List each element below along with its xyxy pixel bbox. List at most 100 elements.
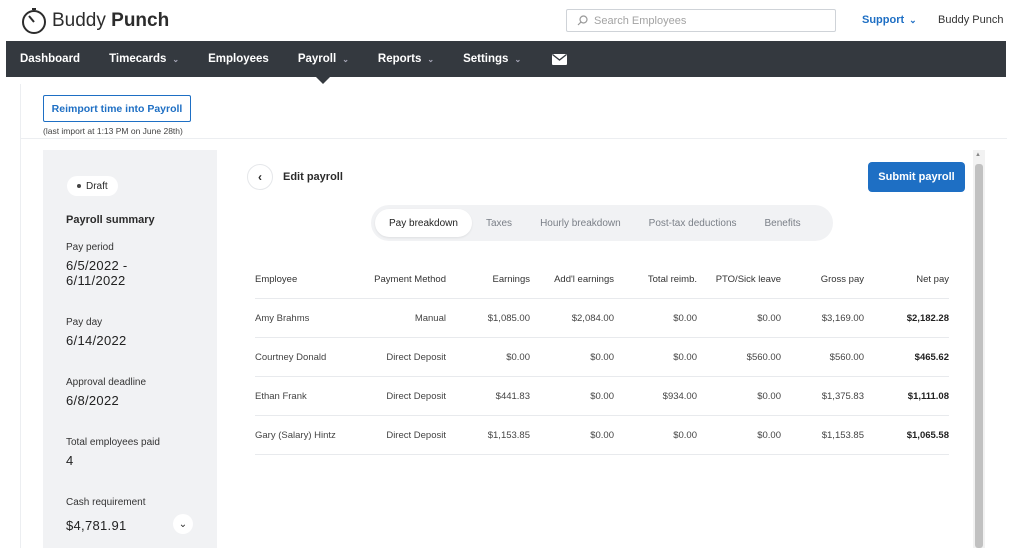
- net-pay-cell: $465.62: [914, 351, 949, 363]
- total-reimb-cell: $0.00: [673, 351, 697, 363]
- gross-pay-cell: $1,153.85: [821, 429, 864, 441]
- nav-payroll[interactable]: Payroll ⌄: [297, 41, 349, 84]
- nav-label: Payroll: [297, 53, 337, 65]
- account-name[interactable]: Buddy Punch: [938, 14, 1003, 26]
- gross-pay-cell: $1,375.83: [821, 390, 864, 402]
- tab-benefits[interactable]: Benefits: [751, 209, 815, 237]
- chevron-down-icon: ⌄: [909, 14, 917, 25]
- table-header: Employee Payment Method Earnings Add'l e…: [255, 260, 949, 299]
- nav-label: Dashboard: [20, 53, 81, 65]
- payment-method-cell: Direct Deposit: [386, 429, 446, 441]
- payment-method-cell: Direct Deposit: [386, 390, 446, 402]
- nav-settings[interactable]: Settings ⌄: [463, 41, 521, 77]
- top-bar: Buddy Punch Support ⌄ Buddy Punch: [0, 0, 1014, 41]
- pto-sick-cell: $0.00: [757, 390, 781, 402]
- nav-employees[interactable]: Employees: [208, 41, 269, 77]
- gross-pay-cell: $3,169.00: [821, 312, 864, 324]
- employee-cell: Ethan Frank: [255, 390, 307, 402]
- nav-label: Settings: [463, 53, 509, 65]
- pay-period-label: Pay period: [66, 242, 114, 253]
- nav-dashboard[interactable]: Dashboard: [20, 41, 80, 77]
- support-menu[interactable]: Support ⌄: [862, 14, 917, 26]
- addl-earnings-cell: $0.00: [590, 429, 614, 441]
- addl-earnings-cell: $0.00: [590, 351, 614, 363]
- stopwatch-icon: [22, 8, 46, 34]
- net-pay-cell: $2,182.28: [906, 312, 949, 324]
- gross-pay-cell: $560.00: [829, 351, 864, 363]
- support-label: Support: [862, 14, 905, 26]
- status-dot-icon: [77, 184, 81, 188]
- column-header[interactable]: Payment Method: [357, 274, 446, 285]
- total-employees-value: 4: [66, 453, 74, 468]
- payroll-summary-panel: Draft Payroll summary Pay period 6/5/202…: [43, 150, 217, 548]
- search-icon: [577, 15, 588, 26]
- tab-taxes[interactable]: Taxes: [472, 209, 526, 237]
- table-row[interactable]: Courtney Donald Direct Deposit $0.00 $0.…: [255, 338, 949, 377]
- expand-cash-button[interactable]: ⌄: [173, 514, 193, 534]
- earnings-cell: $1,085.00: [487, 312, 530, 324]
- employee-cell: Gary (Salary) Hintz: [255, 429, 336, 441]
- nav-label: Employees: [208, 53, 269, 65]
- pay-breakdown-table: Employee Payment Method Earnings Add'l e…: [255, 260, 949, 455]
- earnings-cell: $441.83: [495, 390, 530, 402]
- pay-day-label: Pay day: [66, 317, 103, 328]
- back-button[interactable]: ‹: [247, 164, 273, 190]
- column-header[interactable]: Employee: [255, 274, 357, 285]
- addl-earnings-cell: $2,084.00: [571, 312, 614, 324]
- chevron-down-icon: ⌄: [427, 54, 435, 64]
- employee-cell: Amy Brahms: [255, 312, 310, 324]
- search-box[interactable]: [566, 9, 836, 32]
- status-badge: Draft: [67, 176, 118, 196]
- pay-period-end: 6/11/2022: [66, 273, 126, 288]
- total-reimb-cell: $0.00: [673, 429, 697, 441]
- nav-timecards[interactable]: Timecards ⌄: [109, 41, 179, 77]
- tab-hourly-breakdown[interactable]: Hourly breakdown: [526, 209, 635, 237]
- search-input[interactable]: [594, 14, 824, 27]
- payroll-tabs: Pay breakdown Taxes Hourly breakdown Pos…: [371, 205, 833, 241]
- column-header[interactable]: Earnings: [446, 274, 531, 285]
- pay-day-value: 6/14/2022: [66, 333, 127, 348]
- pay-period-start: 6/5/2022 -: [66, 258, 128, 273]
- total-reimb-cell: $0.00: [673, 312, 697, 324]
- payment-method-cell: Direct Deposit: [386, 351, 446, 363]
- tab-pay-breakdown[interactable]: Pay breakdown: [375, 209, 472, 237]
- column-header[interactable]: Gross pay: [781, 274, 864, 285]
- tab-post-tax-deductions[interactable]: Post-tax deductions: [635, 209, 751, 237]
- scrollbar-thumb[interactable]: [975, 164, 983, 548]
- divider: [21, 138, 1007, 139]
- chevron-down-icon: ⌄: [514, 54, 522, 64]
- chevron-down-icon: ⌄: [342, 54, 349, 64]
- chevron-down-icon: ⌄: [172, 54, 180, 64]
- addl-earnings-cell: $0.00: [590, 390, 614, 402]
- table-row[interactable]: Amy Brahms Manual $1,085.00 $2,084.00 $0…: [255, 299, 949, 338]
- app-logo[interactable]: Buddy Punch: [20, 7, 169, 35]
- pto-sick-cell: $0.00: [757, 429, 781, 441]
- total-employees-label: Total employees paid: [66, 437, 160, 448]
- cash-requirement-label: Cash requirement: [66, 497, 146, 508]
- cash-requirement-value: $4,781.91: [66, 518, 127, 533]
- reimport-button[interactable]: Reimport time into Payroll: [43, 95, 191, 122]
- total-reimb-cell: $934.00: [662, 390, 697, 402]
- last-import-note: (last import at 1:13 PM on June 28th): [43, 126, 183, 136]
- table-row[interactable]: Gary (Salary) Hintz Direct Deposit $1,15…: [255, 416, 949, 455]
- nav-reports[interactable]: Reports ⌄: [378, 41, 434, 77]
- column-header[interactable]: Net pay: [864, 274, 949, 285]
- earnings-cell: $0.00: [506, 351, 530, 363]
- nav-label: Reports: [377, 53, 422, 65]
- summary-title: Payroll summary: [66, 214, 155, 226]
- submit-payroll-button[interactable]: Submit payroll: [868, 162, 965, 192]
- nav-label: Timecards: [109, 53, 167, 65]
- app-name: Buddy Punch: [52, 10, 170, 31]
- approval-deadline-label: Approval deadline: [66, 377, 147, 388]
- chevron-left-icon: ‹: [258, 170, 262, 184]
- pto-sick-cell: $560.00: [746, 351, 781, 363]
- column-header[interactable]: Total reimb.: [614, 274, 697, 285]
- column-header[interactable]: Add'l earnings: [530, 274, 614, 285]
- table-row[interactable]: Ethan Frank Direct Deposit $441.83 $0.00…: [255, 377, 949, 416]
- payment-method-cell: Manual: [414, 312, 446, 324]
- scroll-up-arrow-icon[interactable]: ▲: [975, 152, 981, 158]
- column-header[interactable]: PTO/Sick leave: [697, 274, 781, 285]
- envelope-icon[interactable]: [552, 53, 568, 65]
- approval-deadline-value: 6/8/2022: [66, 393, 120, 408]
- earnings-cell: $1,153.85: [487, 429, 530, 441]
